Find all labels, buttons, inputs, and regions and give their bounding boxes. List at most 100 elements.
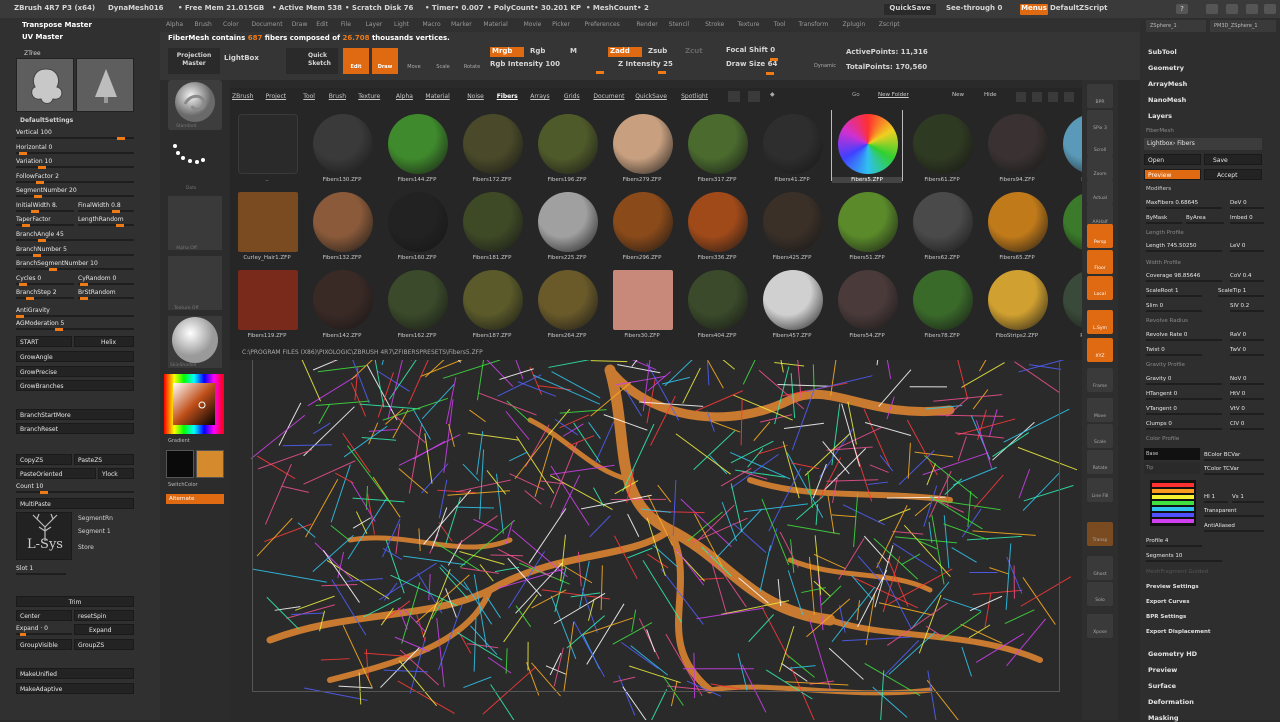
rgb-button[interactable]: Rgb <box>530 47 545 56</box>
segments-slider[interactable]: Segments 10 <box>1146 551 1222 562</box>
ztree-pine-icon[interactable] <box>76 58 134 112</box>
expand-button[interactable]: Expand <box>74 624 134 635</box>
open-button[interactable]: Open <box>1144 154 1201 165</box>
fiber-preset-tile[interactable]: Fibers78.ZFP <box>907 266 977 336</box>
menu-file[interactable]: File <box>341 21 351 28</box>
horizontal-slider[interactable]: Horizontal 0 <box>16 143 134 154</box>
vtv-slider[interactable]: VtV 0 <box>1230 404 1264 415</box>
multipaste-button[interactable]: MultiPaste <box>16 498 134 509</box>
branchangle-slider-handle[interactable] <box>38 239 46 242</box>
fiber-preset-tile[interactable]: Fibers130.ZFP <box>307 110 377 180</box>
lightbox-tab-texture[interactable]: Texture <box>358 93 380 100</box>
dock-rotate-button[interactable]: Rotate <box>1087 450 1113 474</box>
preview-settings-menu[interactable]: Preview Settings <box>1146 584 1199 590</box>
move-button[interactable]: Move <box>401 48 427 74</box>
dock-move-button[interactable]: Move <box>1087 398 1113 422</box>
tcolor-button[interactable]: TColor TCVar <box>1204 464 1264 475</box>
tip-color-swatch[interactable]: Tip <box>1144 462 1200 474</box>
dock-local-button[interactable]: Local <box>1087 276 1113 300</box>
menu-layer[interactable]: Layer <box>366 21 383 28</box>
lightbox-tab-noise[interactable]: Noise <box>467 93 484 100</box>
dock-l-sym-button[interactable]: L.Sym <box>1087 310 1113 334</box>
lightbox-tab-spotlight[interactable]: Spotlight <box>681 93 708 100</box>
menu-stencil[interactable]: Stencil <box>669 21 689 28</box>
store-button[interactable]: Store <box>78 543 94 552</box>
menu-tool[interactable]: Tool <box>774 21 786 28</box>
nov-slider[interactable]: NoV 0 <box>1230 374 1264 385</box>
fiber-preset-tile[interactable]: Fibers296.ZFP <box>607 188 677 258</box>
growangle-button[interactable]: GrowAngle <box>16 351 134 362</box>
geometry-menu[interactable]: Geometry <box>1148 64 1184 72</box>
fiber-color-preview[interactable] <box>1150 480 1196 526</box>
main-color-swatch[interactable] <box>196 450 224 478</box>
quick-sketch-button[interactable]: Quick Sketch <box>286 48 338 74</box>
dock-scale-button[interactable]: Scale <box>1087 424 1113 448</box>
helix-button[interactable]: Helix <box>74 336 134 347</box>
vs-slider[interactable]: Vs 1 <box>1232 492 1264 503</box>
dock-spix-3-button[interactable]: SPix 3 <box>1087 110 1113 134</box>
agmoderation-slider-handle[interactable] <box>55 328 63 331</box>
zsub-button[interactable]: Zsub <box>648 47 667 56</box>
alpha-thumbnail[interactable] <box>168 196 222 250</box>
masking-menu[interactable]: Masking <box>1148 714 1179 722</box>
lsys-preview[interactable]: L-Sys <box>16 512 72 560</box>
lightbox-tab-alpha[interactable]: Alpha <box>396 93 413 100</box>
bymask-toggle[interactable]: ByMask <box>1146 213 1182 224</box>
transparent-toggle[interactable]: Transparent <box>1204 506 1264 517</box>
lightbox-tab-material[interactable]: Material <box>425 93 449 100</box>
profile-slider[interactable]: Profile 4 <box>1146 536 1202 547</box>
dock-zoom-button[interactable]: Zoom <box>1087 156 1113 180</box>
stroke-thumbnail[interactable] <box>168 136 222 190</box>
layers-menu[interactable]: Layers <box>1148 112 1172 120</box>
center-button[interactable]: Center <box>16 610 72 621</box>
meshfragment-toggle[interactable]: MeshFragment Guided <box>1146 569 1208 575</box>
htv-slider[interactable]: HtV 0 <box>1230 389 1264 400</box>
export-displacement-menu[interactable]: Export Displacement <box>1146 629 1211 635</box>
draw-size-handle[interactable] <box>766 72 774 75</box>
save-button[interactable]: Save <box>1204 154 1262 165</box>
length-slider[interactable]: Length 745.50250 <box>1146 241 1222 252</box>
material-thumbnail[interactable] <box>168 316 222 368</box>
paste-oriented-button[interactable]: PasteOriented <box>16 468 96 479</box>
agmoderation-slider[interactable]: AGModeration 5 <box>16 319 134 330</box>
see-through-slider[interactable]: See-through 0 <box>946 4 1002 15</box>
deformation-menu[interactable]: Deformation <box>1148 698 1194 706</box>
default-settings-button[interactable]: DefaultSettings <box>20 116 73 125</box>
texture-thumbnail[interactable] <box>168 256 222 310</box>
zadd-button[interactable]: Zadd <box>608 47 642 57</box>
rgb-intensity-slider[interactable]: Rgb Intensity 100 <box>490 60 600 69</box>
fiber-preset-tile[interactable]: Fibers65.ZFP <box>982 188 1052 258</box>
followfactor-slider-handle[interactable] <box>36 181 44 184</box>
fiber-preset-tile[interactable]: Pod_St... <box>1057 266 1082 336</box>
fiber-preset-tile[interactable]: Fibers225.ZFP <box>532 188 602 258</box>
close-icon[interactable] <box>1264 4 1276 14</box>
menu-color[interactable]: Color <box>223 21 239 28</box>
hide-button[interactable]: Hide <box>984 92 997 98</box>
bcolor-button[interactable]: BColor BCVar <box>1204 450 1264 461</box>
base-color-swatch[interactable]: Base <box>1144 448 1200 460</box>
ztree-leaf-icon[interactable] <box>16 58 74 112</box>
segmentnumber-slider-handle[interactable] <box>34 195 42 198</box>
branchstep-slider-handle[interactable] <box>26 297 34 300</box>
length-profile-label[interactable]: Length Profile <box>1146 230 1184 236</box>
paste-zs-button[interactable]: PasteZS <box>74 454 134 465</box>
maximize-icon[interactable] <box>1246 4 1258 14</box>
make-adaptive-button[interactable]: MakeAdaptive <box>16 683 134 694</box>
fiber-preset-tile[interactable]: FiboStrips2.ZFP <box>982 266 1052 336</box>
hs-slider[interactable]: HI 1 <box>1204 492 1228 503</box>
fiber-preset-tile[interactable]: Fibers404.ZFP <box>682 266 752 336</box>
cyrandom-slider-handle[interactable] <box>80 283 88 286</box>
growbranches-button[interactable]: GrowBranches <box>16 380 134 391</box>
scaleroot-slider[interactable]: ScaleRoot 1 <box>1146 286 1202 297</box>
menu-zplugin[interactable]: Zplugin <box>843 21 866 28</box>
menu-stroke[interactable]: Stroke <box>705 21 724 28</box>
width-profile-label[interactable]: Width Profile <box>1146 260 1181 266</box>
fiber-preset-tile[interactable]: Fibers279.ZFP <box>607 110 677 180</box>
antialiased-toggle[interactable]: AntiAliased <box>1204 521 1264 532</box>
taperfactor-slider-handle[interactable] <box>22 224 30 227</box>
horizontal-slider-handle[interactable] <box>19 152 27 155</box>
minus-icon[interactable] <box>1016 92 1026 102</box>
menu-edit[interactable]: Edit <box>316 21 328 28</box>
mrgb-button[interactable]: Mrgb <box>490 47 524 57</box>
menu-material[interactable]: Material <box>483 21 507 28</box>
